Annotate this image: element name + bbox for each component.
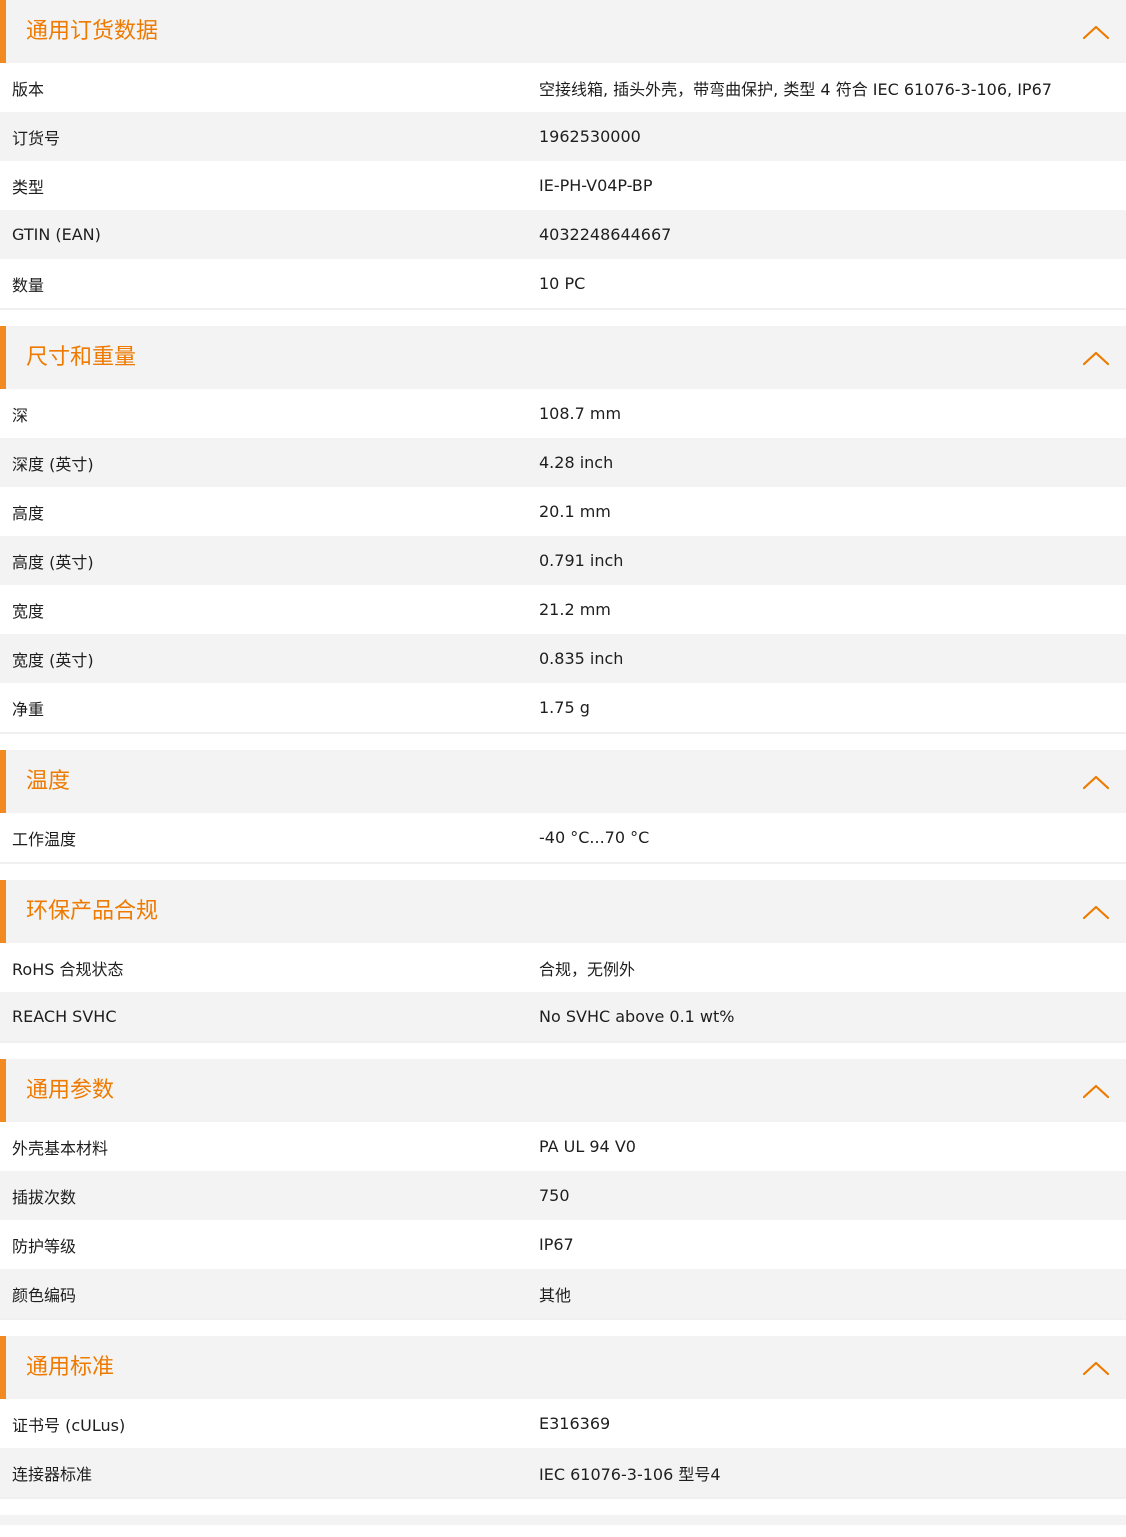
spec-row: 外壳基本材料 PA UL 94 V0 <box>0 1122 1126 1171</box>
spec-value: 750 <box>539 1186 570 1205</box>
spec-row: 高度 20.1 mm <box>0 487 1126 536</box>
spec-table: 外壳基本材料 PA UL 94 V0 插拔次数 750 防护等级 IP67 颜色编码 其他 <box>0 1122 1126 1318</box>
spec-value: 空接线箱, 插头外壳，带弯曲保护, 类型 4 符合 IEC 61076-3-10… <box>539 79 1052 99</box>
spec-label: 证书号 (cULus) <box>12 1415 126 1435</box>
spec-row: 插拔次数 750 <box>0 1171 1126 1220</box>
spec-label: 防护等级 <box>12 1236 77 1256</box>
spec-label: 订货号 <box>12 128 61 148</box>
spec-value: IEC 61076-3-106 型号4 <box>539 1464 721 1484</box>
spec-value: 0.791 inch <box>539 551 624 570</box>
spec-label: 高度 <box>12 503 45 523</box>
chevron-up-icon[interactable] <box>1082 1081 1110 1101</box>
spec-row: REACH SVHC No SVHC above 0.1 wt% <box>0 992 1126 1041</box>
spec-value: 其他 <box>539 1285 572 1305</box>
spec-label: 插拔次数 <box>12 1187 77 1207</box>
section-general-parameters: 通用参数外壳基本材料 PA UL 94 V0 插拔次数 750 防护等级 IP67 颜色编码… <box>0 1059 1126 1320</box>
spec-row: RoHS 合规状态 合规，无例外 <box>0 943 1126 992</box>
section-temperature: 温度工作温度 -40 °C...70 °C <box>0 750 1126 864</box>
section-header[interactable]: 环保产品合规 <box>0 880 1126 943</box>
spec-value: 合规，无例外 <box>539 959 636 979</box>
spec-row: 深 108.7 mm <box>0 389 1126 438</box>
spec-label: 工作温度 <box>12 829 77 849</box>
section-header[interactable]: 通用参数 <box>0 1059 1126 1122</box>
spec-table: 版本 空接线箱, 插头外壳，带弯曲保护, 类型 4 符合 IEC 61076-3-… <box>0 63 1126 308</box>
spec-value: 20.1 mm <box>539 502 611 521</box>
spec-value: No SVHC above 0.1 wt% <box>539 1007 735 1026</box>
section-title: 温度 <box>26 768 71 794</box>
spec-label: RoHS 合规状态 <box>12 959 124 979</box>
section-title: 通用参数 <box>26 1077 115 1103</box>
spec-value: 21.2 mm <box>539 600 611 619</box>
spec-label: 颜色编码 <box>12 1285 77 1305</box>
spec-label: 外壳基本材料 <box>12 1138 109 1158</box>
spec-row: 颜色编码 其他 <box>0 1269 1126 1318</box>
spec-value: 4032248644667 <box>539 225 672 244</box>
spec-value: PA UL 94 V0 <box>539 1137 636 1156</box>
spec-row: 连接器标准 IEC 61076-3-106 型号4 <box>0 1448 1126 1497</box>
section-title: 尺寸和重量 <box>26 344 137 370</box>
spec-row: 深度 (英寸) 4.28 inch <box>0 438 1126 487</box>
section-header[interactable]: 通用标准 <box>0 1336 1126 1399</box>
spec-value: 10 PC <box>539 274 586 293</box>
section-title: 通用标准 <box>26 1354 115 1380</box>
spec-row: 防护等级 IP67 <box>0 1220 1126 1269</box>
section-header[interactable]: 通用订货数据 <box>0 0 1126 63</box>
spec-label: 深度 (英寸) <box>12 454 94 474</box>
spec-row: 宽度 (英寸) 0.835 inch <box>0 634 1126 683</box>
section-title: 环保产品合规 <box>26 898 159 924</box>
spec-value: 4.28 inch <box>539 453 614 472</box>
spec-value: 108.7 mm <box>539 404 622 423</box>
section-dimensions-weight: 尺寸和重量深 108.7 mm 深度 (英寸) 4.28 inch 高度 20.1 mm 高… <box>0 326 1126 734</box>
chevron-up-icon[interactable] <box>1082 902 1110 922</box>
spec-label: 深 <box>12 405 29 425</box>
spec-row: 证书号 (cULus) E316369 <box>0 1399 1126 1448</box>
spec-row: 高度 (英寸) 0.791 inch <box>0 536 1126 585</box>
chevron-up-icon[interactable] <box>1082 22 1110 42</box>
spec-label: 宽度 <box>12 601 45 621</box>
section-header[interactable]: 尺寸和重量 <box>0 326 1126 389</box>
spec-label: REACH SVHC <box>12 1007 117 1026</box>
spec-label: GTIN (EAN) <box>12 225 101 244</box>
section-header[interactable]: 温度 <box>0 750 1126 813</box>
chevron-up-icon[interactable] <box>1082 1358 1110 1378</box>
spec-label: 类型 <box>12 177 45 197</box>
spec-label: 净重 <box>12 699 45 719</box>
spec-label: 版本 <box>12 79 45 99</box>
spec-row: GTIN (EAN) 4032248644667 <box>0 210 1126 259</box>
spec-label: 高度 (英寸) <box>12 552 94 572</box>
spec-value: IE-PH-V04P-BP <box>539 176 653 195</box>
spec-row: 订货号 1962530000 <box>0 112 1126 161</box>
spec-label: 连接器标准 <box>12 1464 93 1484</box>
spec-row: 工作温度 -40 °C...70 °C <box>0 813 1126 862</box>
spec-label: 数量 <box>12 275 45 295</box>
section-general-standards: 通用标准证书号 (cULus) E316369 连接器标准 IEC 61076-3-1… <box>0 1336 1126 1499</box>
chevron-up-icon[interactable] <box>1082 348 1110 368</box>
spec-value: 0.835 inch <box>539 649 624 668</box>
section-environmental-compliance: 环保产品合规 RoHS 合规状态 合规，无例外 REACH SVHC No SVHC a… <box>0 880 1126 1043</box>
spec-row: 宽度 21.2 mm <box>0 585 1126 634</box>
spec-table: 深 108.7 mm 深度 (英寸) 4.28 inch 高度 20.1 mm 高度 (英寸… <box>0 389 1126 732</box>
spec-table: RoHS 合规状态 合规，无例外 REACH SVHC No SVHC above 0… <box>0 943 1126 1041</box>
next-section-edge <box>0 1515 1126 1525</box>
chevron-up-icon[interactable] <box>1082 772 1110 792</box>
spec-page: 通用订货数据版本 空接线箱, 插头外壳，带弯曲保护, 类型 4 符合 IEC 61… <box>0 0 1126 1525</box>
spec-value: 1.75 g <box>539 698 590 717</box>
spec-row: 净重 1.75 g <box>0 683 1126 732</box>
spec-row: 版本 空接线箱, 插头外壳，带弯曲保护, 类型 4 符合 IEC 61076-3-… <box>0 63 1126 112</box>
spec-value: IP67 <box>539 1235 574 1254</box>
section-title: 通用订货数据 <box>26 18 159 44</box>
spec-table: 证书号 (cULus) E316369 连接器标准 IEC 61076-3-106 型… <box>0 1399 1126 1497</box>
spec-value: E316369 <box>539 1414 611 1433</box>
spec-row: 类型 IE-PH-V04P-BP <box>0 161 1126 210</box>
section-ordering-data: 通用订货数据版本 空接线箱, 插头外壳，带弯曲保护, 类型 4 符合 IEC 61… <box>0 0 1126 310</box>
spec-row: 数量 10 PC <box>0 259 1126 308</box>
spec-label: 宽度 (英寸) <box>12 650 94 670</box>
spec-table: 工作温度 -40 °C...70 °C <box>0 813 1126 862</box>
spec-value: -40 °C...70 °C <box>539 828 650 847</box>
spec-value: 1962530000 <box>539 127 641 146</box>
